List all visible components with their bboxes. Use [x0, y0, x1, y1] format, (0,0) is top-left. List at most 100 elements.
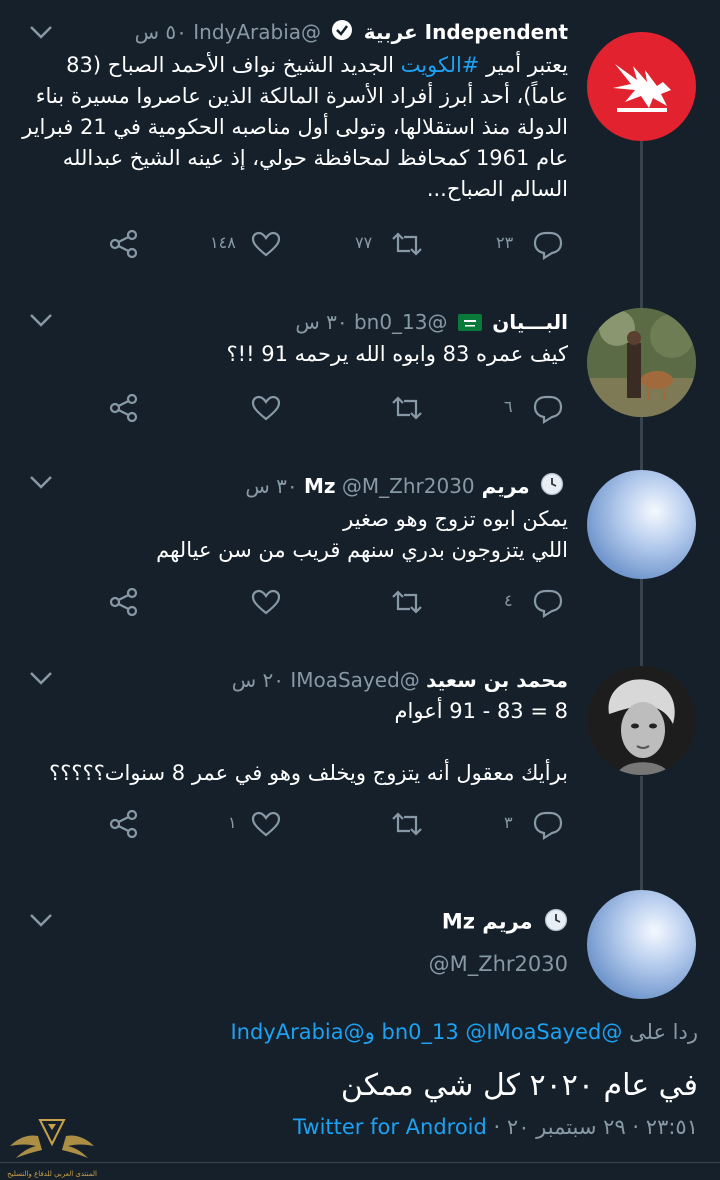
heart-icon — [251, 395, 281, 421]
tweet-header: البـــيان @bn0_13 ٣٠ س — [295, 308, 568, 338]
tweet-text-line: كيف عمره 83 وابوه الله يرحمه 91 !!؟ — [226, 342, 568, 366]
tweet-4[interactable]: محمد بن سعيد @IMoaSayed ٢٠ س 8 = 83 - 91… — [0, 658, 720, 858]
tweet-actions: ٦ — [100, 388, 580, 428]
share-button[interactable] — [100, 804, 160, 844]
tweet-actions: ٤ — [100, 582, 580, 622]
main-author-handle: @M_Zhr2030 — [428, 952, 568, 976]
meta-separator: · — [493, 1115, 501, 1139]
like-button[interactable]: ١ — [210, 804, 300, 844]
like-button[interactable] — [210, 582, 300, 622]
reply-button[interactable]: ٦ — [490, 388, 580, 428]
share-button[interactable] — [100, 388, 160, 428]
chevron-down-icon[interactable] — [28, 668, 54, 688]
heart-icon — [251, 231, 281, 257]
reply-count: ٣ — [504, 813, 513, 832]
tweet-time: ٣٠ س — [245, 474, 298, 498]
tweet-header: محمد بن سعيد @IMoaSayed ٢٠ س — [232, 666, 568, 694]
meta-separator: · — [632, 1115, 640, 1139]
retweet-count: ٧٧ — [355, 233, 373, 252]
retweet-icon — [392, 812, 422, 836]
replying-to-label: ردا على — [629, 1020, 698, 1044]
like-button[interactable]: ١٤٨ — [210, 224, 300, 264]
avatar[interactable] — [587, 470, 696, 579]
mention-link[interactable]: @IndyArabia — [230, 1020, 364, 1044]
avatar[interactable] — [587, 32, 696, 141]
forum-watermark: المنتدى العربي للدفاع والتسليح — [4, 1106, 100, 1180]
reply-button[interactable]: ٤ — [490, 582, 580, 622]
tweet-1[interactable]: Independent عربية @IndyArabia ٥٠ س يعتبر… — [0, 0, 720, 290]
tweet-text-line: يعتبر أمير #الكويت الجديد الشيخ نواف الأ… — [66, 53, 568, 77]
tweet-header: مريم Mz @M_Zhr2030 ٣٠ س — [245, 472, 568, 503]
hashtag-link[interactable]: #الكويت — [401, 53, 480, 77]
retweet-icon — [392, 396, 422, 420]
clock-icon — [540, 472, 564, 503]
reply-count: ٤ — [504, 591, 513, 610]
avatar[interactable] — [587, 308, 696, 417]
reply-button[interactable]: ٢٣ — [490, 224, 580, 264]
tweet-2[interactable]: البـــيان @bn0_13 ٣٠ س كيف عمره 83 وابوه… — [0, 300, 720, 460]
reply-icon — [533, 231, 563, 260]
author-handle: @bn0_13 — [353, 310, 448, 334]
reply-button[interactable]: ٣ — [490, 804, 580, 844]
tweet-text: كيف عمره 83 وابوه الله يرحمه 91 !!؟ — [128, 339, 568, 370]
tweet-text-line: برأيك معقول أنه يتزوج ويخلف وهو في عمر 8… — [49, 761, 568, 785]
reply-count: ٢٣ — [496, 233, 514, 252]
tweet-text: 8 = 83 - 91 أعوام برأيك معقول أنه يتزوج … — [8, 696, 568, 789]
tweet-text: يمكن ابوه تزوج وهو صغير اللي يتزوجون بدر… — [128, 504, 568, 566]
tweet-time: ٣٠ س — [295, 310, 348, 334]
clock-icon — [544, 908, 568, 937]
author-name[interactable]: محمد بن سعيد — [426, 668, 568, 692]
main-tweet-text: في عام ٢٠٢٠ كل شي ممكن — [340, 1068, 698, 1103]
retweet-button[interactable] — [355, 388, 445, 428]
tweet-text-line: يمكن ابوه تزوج وهو صغير — [343, 507, 568, 531]
share-button[interactable] — [100, 224, 160, 264]
replying-to: ردا على @bn0_13 @IMoaSayed و@IndyArabia — [230, 1020, 698, 1044]
share-icon — [109, 230, 138, 258]
retweet-button[interactable]: ٧٧ — [355, 224, 445, 264]
avatar-photo-icon — [587, 308, 696, 417]
tweet-meta: ٢٣:٥١ · ٢٩ سبتمبر ٢٠ · Twitter for Andro… — [293, 1115, 698, 1139]
eagle-logo-icon — [613, 64, 671, 112]
share-icon — [109, 810, 138, 838]
tweet-source-link[interactable]: Twitter for Android — [293, 1115, 487, 1139]
author-name[interactable]: Independent عربية — [364, 20, 568, 44]
avatar[interactable] — [587, 666, 696, 775]
mention-link[interactable]: @IMoaSayed — [465, 1020, 601, 1044]
reply-icon — [533, 589, 563, 618]
heart-icon — [251, 811, 281, 837]
retweet-button[interactable] — [355, 582, 445, 622]
divider — [0, 1162, 720, 1163]
main-author-name[interactable]: مريم Mz — [442, 908, 568, 937]
reply-count: ٦ — [504, 397, 513, 416]
tweet-3[interactable]: مريم Mz @M_Zhr2030 ٣٠ س يمكن ابوه تزوج و… — [0, 462, 720, 642]
watermark-text: المنتدى العربي للدفاع والتسليح — [7, 1170, 97, 1178]
share-button[interactable] — [100, 582, 160, 622]
avatar[interactable] — [587, 890, 696, 999]
tweet-text-line: 8 = 83 - 91 أعوام — [394, 699, 568, 723]
verified-badge-icon — [331, 19, 353, 48]
chevron-down-icon[interactable] — [28, 310, 54, 330]
author-name[interactable]: البـــيان — [492, 310, 568, 334]
tweet-time: ٢٣:٥١ — [645, 1115, 698, 1139]
chevron-down-icon[interactable] — [28, 472, 54, 492]
tweet-date: ٢٩ سبتمبر ٢٠ — [506, 1115, 626, 1139]
author-handle: @IMoaSayed — [290, 668, 420, 692]
tweet-text-line: عاماً)، أحد أبرز أفراد الأسرة المالكة ال… — [35, 84, 568, 108]
tweet-text-line: الدولة منذ استقلالها، وتولى أول مناصبه ا… — [22, 115, 568, 139]
heart-icon — [251, 589, 281, 615]
tweet-text-line: اللي يتزوجون بدري سنهم قريب من سن عيالهم — [156, 538, 568, 562]
retweet-button[interactable] — [355, 804, 445, 844]
chevron-down-icon[interactable] — [28, 910, 54, 930]
reply-icon — [533, 395, 563, 424]
retweet-icon — [392, 232, 422, 256]
like-button[interactable] — [210, 388, 300, 428]
and-word: و — [364, 1020, 375, 1044]
tweet-text: يعتبر أمير #الكويت الجديد الشيخ نواف الأ… — [8, 50, 568, 205]
tweet-actions: ١ ٣ — [100, 804, 580, 844]
wings-logo-icon — [10, 1119, 94, 1158]
like-count: ١ — [228, 813, 237, 832]
chevron-down-icon[interactable] — [28, 22, 54, 42]
author-handle: @M_Zhr2030 — [341, 474, 475, 498]
author-handle: @IndyArabia — [193, 20, 322, 44]
share-icon — [109, 588, 138, 616]
